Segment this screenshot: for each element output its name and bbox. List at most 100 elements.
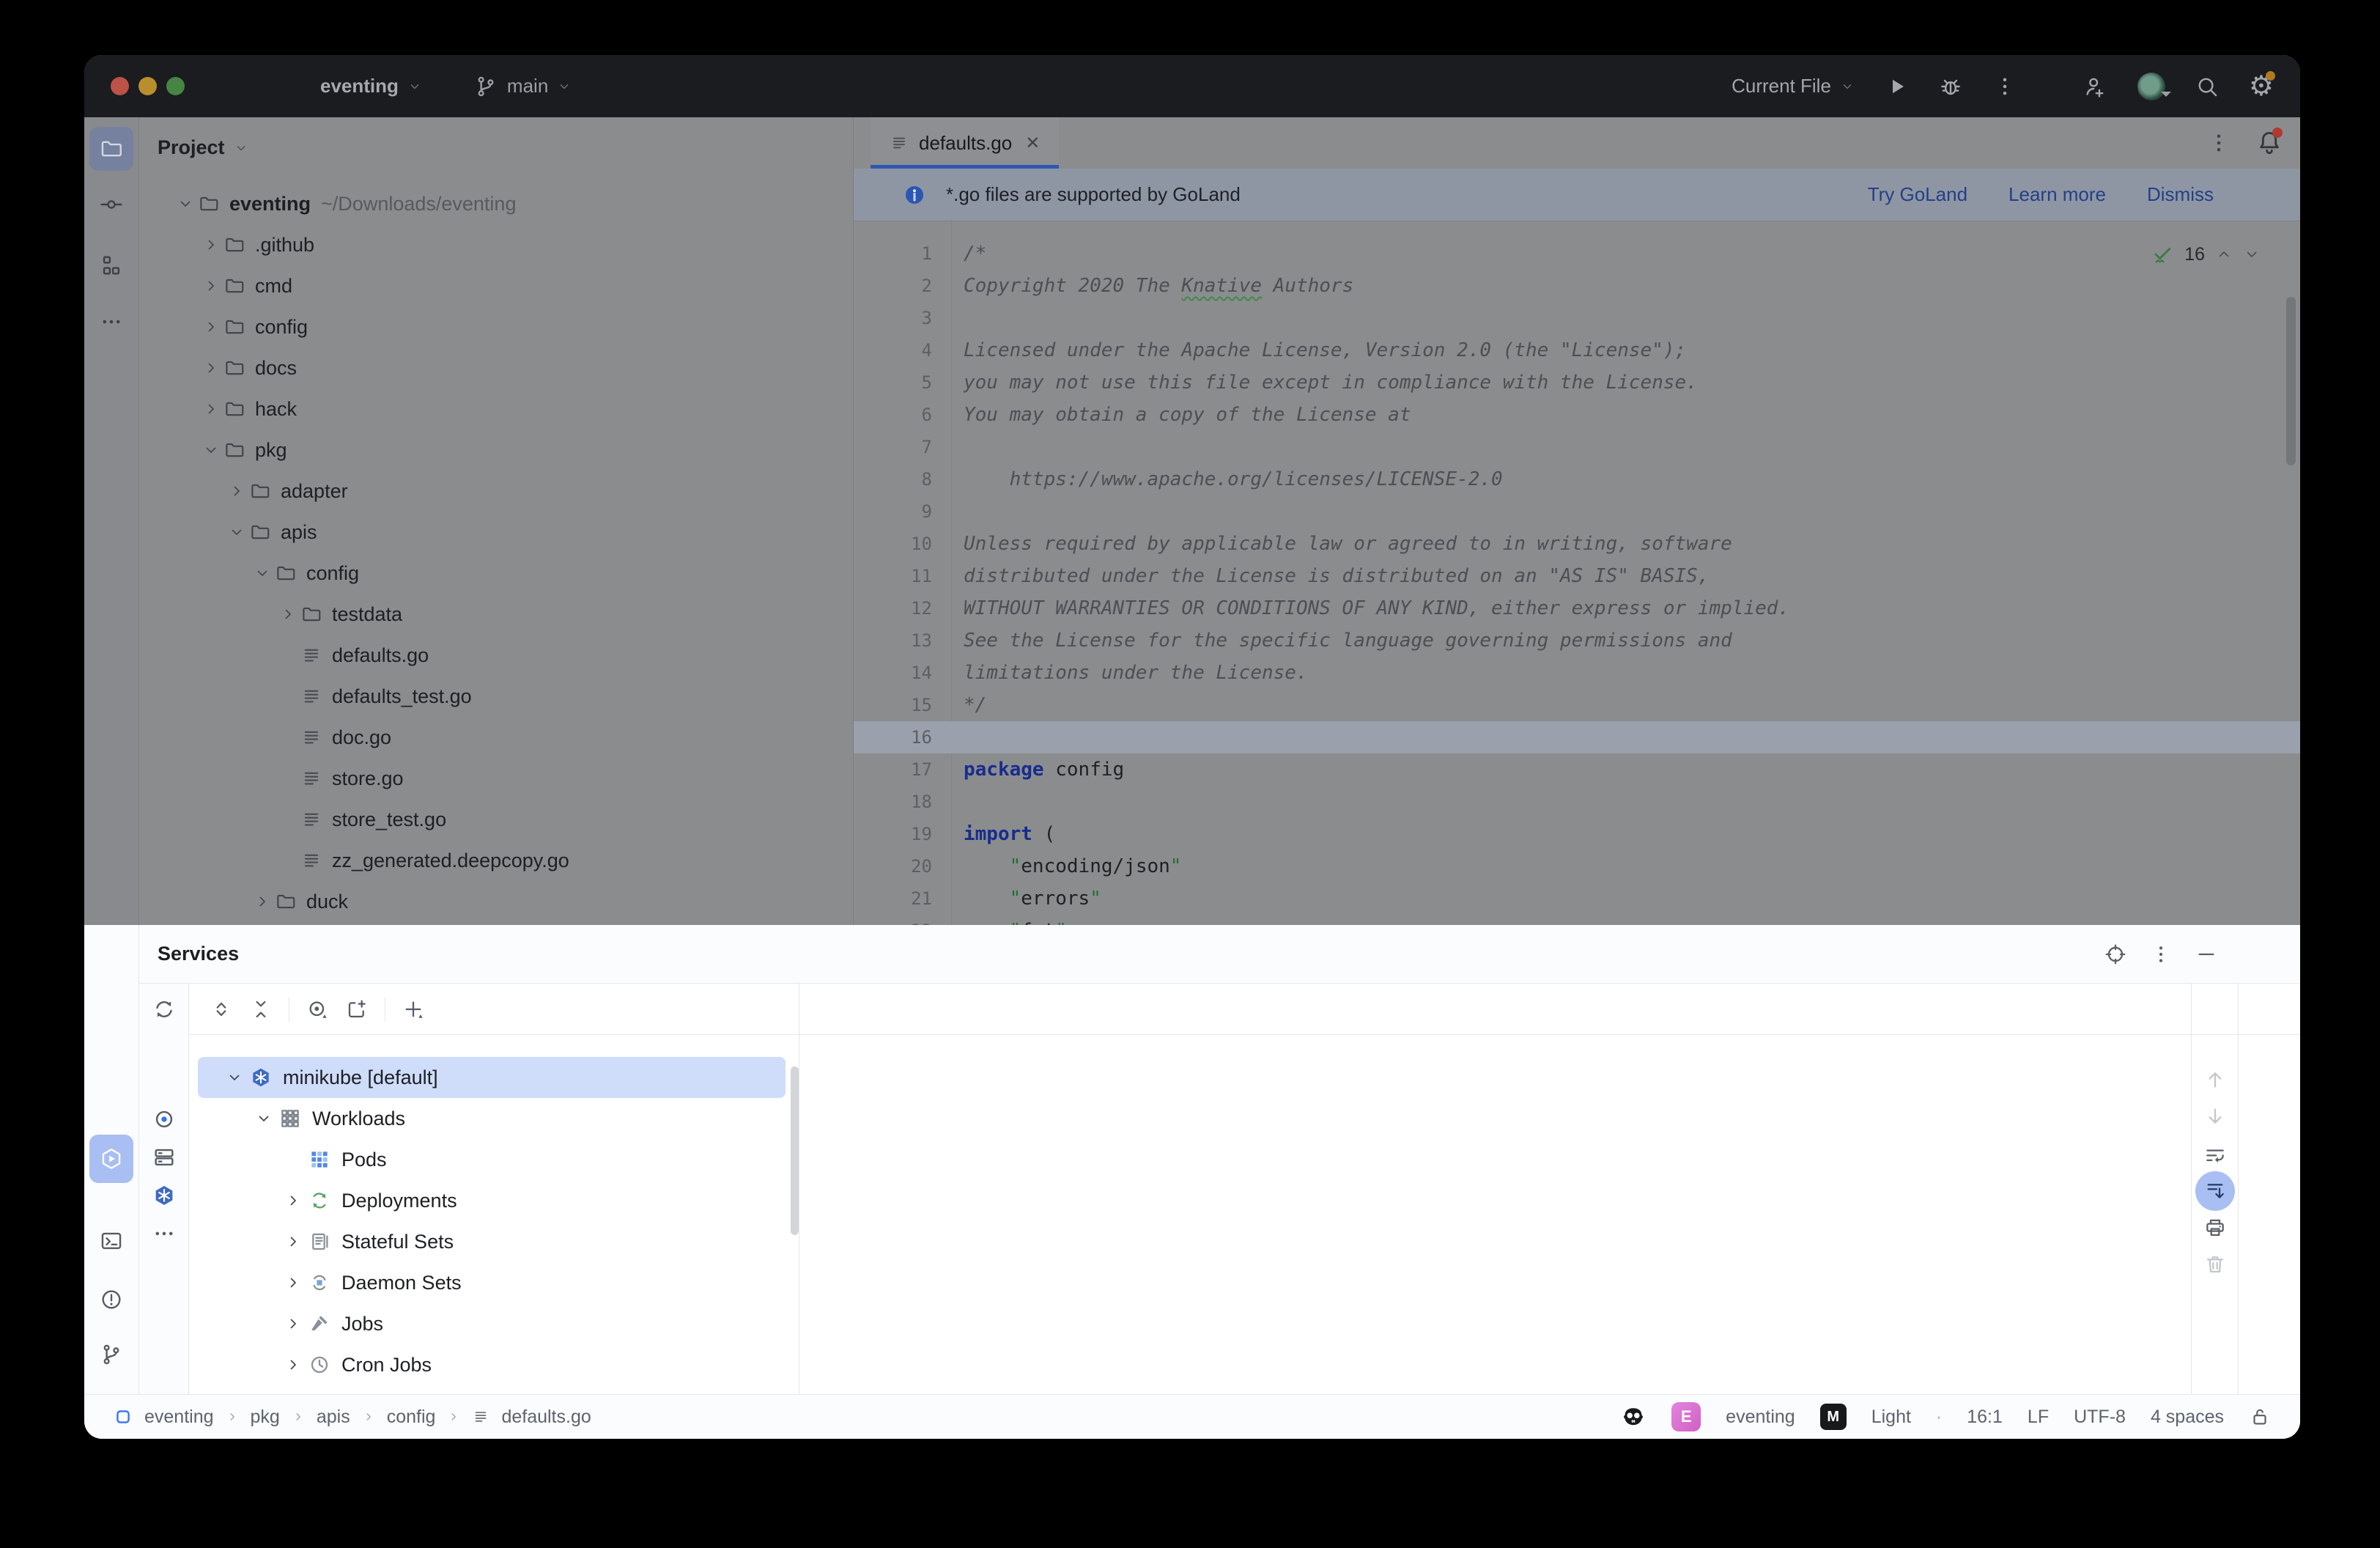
project-panel-header[interactable]: Project [139,117,853,159]
tree-chevron[interactable] [172,193,198,215]
tree-chevron[interactable] [278,1231,308,1253]
project-tree-item[interactable]: config [139,553,853,594]
services-tree-item[interactable]: minikube [default] [189,1057,799,1098]
close-window-button[interactable] [111,77,129,95]
services-tree-item[interactable]: Cron Jobs [189,1344,799,1385]
soft-wrap-icon[interactable] [2203,1144,2227,1168]
code-line[interactable]: 13See the License for the specific langu… [854,624,2300,657]
code-line[interactable]: 19import ( [854,818,2300,850]
try-goland-link[interactable]: Try GoLand [1868,183,1967,206]
server-view-icon[interactable] [152,1145,177,1170]
tree-chevron[interactable] [198,357,223,379]
zoom-window-button[interactable] [166,77,185,95]
more-services-icon[interactable] [152,1221,177,1246]
project-tree-item[interactable]: defaults_test.go [139,676,853,717]
tree-chevron[interactable] [198,398,223,420]
code-line[interactable]: 1/* [854,237,2300,270]
code-line[interactable]: 17package config [854,753,2300,786]
branch-selector[interactable]: main [473,74,572,99]
clear-icon[interactable] [2203,1253,2227,1276]
expand-all-button[interactable] [210,998,233,1021]
status-theme[interactable]: Light [1871,1407,1911,1428]
view-mode-button[interactable] [306,998,329,1021]
dismiss-link[interactable]: Dismiss [2147,183,2214,206]
ide-badge[interactable]: M [1820,1404,1847,1430]
code-line-current[interactable]: 16 [854,721,2300,753]
services-tree-item[interactable]: Stateful Sets [189,1221,799,1262]
caret-position[interactable]: 16:1 [1967,1407,2003,1428]
code-line[interactable]: 4Licensed under the Apache License, Vers… [854,334,2300,366]
tab-options-button[interactable] [2206,130,2231,155]
project-tree-item[interactable]: store.go [139,758,853,799]
code-line[interactable]: 2Copyright 2020 The Knative Authors [854,270,2300,302]
tree-chevron[interactable] [249,562,275,584]
tree-chevron[interactable] [198,316,223,338]
services-tree-item[interactable]: Daemon Sets [189,1262,799,1303]
print-icon[interactable] [2203,1216,2227,1239]
run-button[interactable] [1884,74,1909,99]
project-tree-item[interactable]: config [139,306,853,347]
tree-chevron[interactable] [278,1272,308,1294]
tree-chevron[interactable] [223,480,249,502]
indent-style[interactable]: 4 spaces [2151,1407,2224,1428]
editor-scrollbar[interactable] [2286,297,2296,465]
project-tree-item[interactable]: store_test.go [139,799,853,840]
code-line[interactable]: 5you may not use this file except in com… [854,366,2300,399]
add-service-button[interactable] [402,998,425,1021]
sidebar-item-structure[interactable] [89,243,133,287]
tree-chevron[interactable] [223,521,249,543]
minimize-window-button[interactable] [138,77,157,95]
project-tree-item[interactable]: hack [139,388,853,430]
focus-icon[interactable] [2104,943,2127,966]
notifications-button[interactable] [2255,128,2284,157]
project-tree-item[interactable]: cmd [139,265,853,306]
project-selector[interactable]: eventing [320,75,422,97]
breadcrumb-item[interactable]: defaults.go [501,1407,591,1428]
code-editor[interactable]: 1/*2Copyright 2020 The Knative Authors34… [854,221,2300,925]
breadcrumb-item[interactable]: pkg [251,1407,280,1428]
scroll-to-end-button[interactable] [2195,1171,2235,1211]
code-line[interactable]: 14limitations under the License. [854,657,2300,689]
project-tree-item[interactable]: apis [139,512,853,553]
code-line[interactable]: 20 "encoding/json" [854,850,2300,882]
run-dashboard-icon[interactable] [152,1107,177,1132]
lock-icon[interactable] [2249,1406,2271,1428]
project-tree-item[interactable]: testdata [139,594,853,635]
line-separator[interactable]: LF [2028,1407,2049,1428]
code-line[interactable]: 7 [854,431,2300,463]
tree-chevron[interactable] [198,275,223,297]
project-tree-item[interactable]: defaults.go [139,635,853,676]
tab-defaults-go[interactable]: defaults.go ✕ [871,117,1059,169]
tree-chevron[interactable] [198,234,223,256]
breadcrumb-item[interactable]: config [387,1407,436,1428]
settings-button[interactable]: ⚙ [2249,73,2274,100]
inspections-widget[interactable]: 16 [2152,243,2261,265]
code-line[interactable]: 15*/ [854,689,2300,721]
tree-chevron[interactable] [278,1190,308,1212]
tree-chevron[interactable] [278,1354,308,1376]
breadcrumb-item[interactable]: eventing [144,1407,214,1428]
code-line[interactable]: 3 [854,302,2300,334]
project-tree-item[interactable]: eventing~/Downloads/eventing [139,183,853,224]
code-with-me-button[interactable] [2083,74,2108,99]
previous-problem-button[interactable] [2215,246,2233,263]
collapse-all-button[interactable] [249,998,273,1021]
project-tree-item[interactable]: adapter [139,471,853,512]
refresh-icon[interactable] [152,997,177,1022]
next-problem-button[interactable] [2243,246,2261,263]
tree-chevron[interactable] [220,1066,249,1088]
more-actions-button[interactable] [1992,74,2017,99]
services-tree-item[interactable]: Deployments [189,1180,799,1221]
project-tree-item[interactable]: doc.go [139,717,853,758]
copilot-icon[interactable] [1620,1404,1647,1430]
sidebar-item-more-tools[interactable] [89,300,133,344]
kubernetes-icon[interactable] [152,1183,177,1208]
hide-panel-button[interactable] [2195,943,2218,966]
tree-chevron[interactable] [278,1313,308,1335]
scroll-down-icon[interactable] [2203,1105,2227,1128]
code-line[interactable]: 10Unless required by applicable law or a… [854,528,2300,560]
close-tab-icon[interactable]: ✕ [1025,133,1040,154]
project-tree-item[interactable]: docs [139,347,853,388]
file-encoding[interactable]: UTF-8 [2074,1407,2126,1428]
sidebar-item-services[interactable] [89,1135,133,1183]
